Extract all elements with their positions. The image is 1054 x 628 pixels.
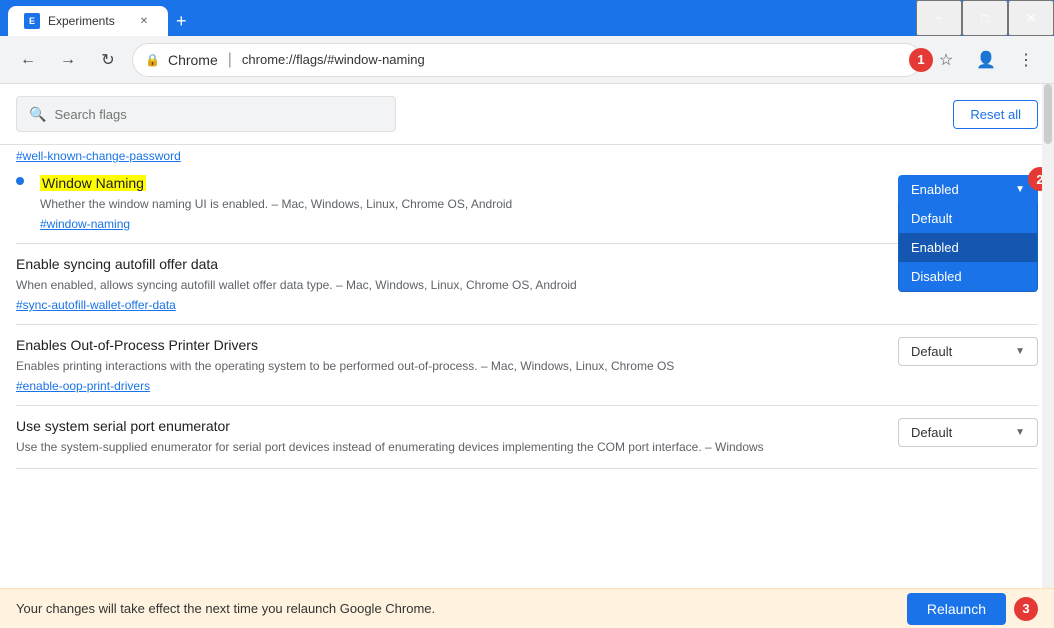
tab-close-button[interactable]: ✕ [136,13,152,29]
toolbar: ← → ↻ 🔒 Chrome | chrome://flags/#window-… [0,36,1054,84]
content-area: 🔍 Reset all #well-known-change-password … [0,84,1054,588]
flag-ctrl: Default ▼ [898,418,1038,447]
flag-anchor-link[interactable]: #sync-autofill-wallet-offer-data [16,298,882,312]
refresh-button[interactable]: ↻ [92,44,124,76]
address-bar[interactable]: 🔒 Chrome | chrome://flags/#window-naming… [132,43,922,77]
flag-title: Use system serial port enumerator [16,418,882,434]
menu-button[interactable]: ⋮ [1010,44,1042,76]
scrollbar-thumb[interactable] [1044,84,1052,144]
flag-title-text: Use system serial port enumerator [16,418,230,434]
dropdown-value: Enabled [911,182,959,197]
flag-desc: Enables printing interactions with the o… [16,357,882,375]
search-icon: 🔍 [29,106,46,123]
search-input-wrap[interactable]: 🔍 [16,96,396,132]
flag-desc: Use the system-supplied enumerator for s… [16,438,882,456]
flags-search-bar: 🔍 Reset all [0,84,1054,145]
active-tab[interactable]: E Experiments ✕ [8,6,168,36]
anchor-link-top[interactable]: #well-known-change-password [16,149,1038,163]
chevron-down-icon: ▼ [1015,346,1025,357]
toolbar-right: ☆ 👤 ⋮ [930,44,1042,76]
badge-3: 3 [1014,597,1038,621]
reset-all-button[interactable]: Reset all [953,100,1038,129]
window-controls: − □ ✕ [916,0,1054,36]
flag-text: Window Naming Whether the window naming … [40,175,882,231]
dropdown-option-disabled[interactable]: Disabled [899,262,1037,291]
flag-title-text: Enable syncing autofill offer data [16,256,218,272]
flag-desc: When enabled, allows syncing autofill wa… [16,276,882,294]
close-button[interactable]: ✕ [1008,0,1054,36]
new-tab-button[interactable]: + [168,6,195,36]
dropdown-open-wrap: Enabled ▼ Default Enabled Disabled 2 [898,175,1038,204]
flags-list: #well-known-change-password Window Namin… [0,145,1054,588]
flag-title: Enable syncing autofill offer data [16,256,882,272]
flag-desc: Whether the window naming UI is enabled.… [40,195,882,213]
flag-item: Window Naming Whether the window naming … [16,163,1038,244]
flag-dot-indicator [16,177,24,185]
search-input[interactable] [54,107,383,122]
back-button[interactable]: ← [12,44,44,76]
dropdown-option-default[interactable]: Default [899,204,1037,233]
profile-button[interactable]: 👤 [970,44,1002,76]
flag-item: Enables Out-of-Process Printer Drivers E… [16,325,1038,406]
flag-item: Use system serial port enumerator Use th… [16,406,1038,469]
flag-text: Enable syncing autofill offer data When … [16,256,882,312]
dropdown-value: Default [911,425,952,440]
chevron-down-icon: ▼ [1015,184,1025,195]
flag-ctrl: Enabled ▼ Default Enabled Disabled 2 [898,175,1038,204]
minimize-button[interactable]: − [916,0,962,36]
bookmark-button[interactable]: ☆ [930,44,962,76]
dropdown-button[interactable]: Enabled ▼ [898,175,1038,204]
dropdown-option-enabled[interactable]: Enabled [899,233,1037,262]
flag-anchor-link[interactable]: #enable-oop-print-drivers [16,379,882,393]
badge-1: 1 [909,48,933,72]
flag-title: Window Naming [40,175,882,191]
tab-title: Experiments [48,14,128,28]
relaunch-message: Your changes will take effect the next t… [16,601,435,616]
maximize-button[interactable]: □ [962,0,1008,36]
flag-anchor-link[interactable]: #window-naming [40,217,882,231]
forward-button[interactable]: → [52,44,84,76]
flag-title-text: Enables Out-of-Process Printer Drivers [16,337,258,353]
flag-ctrl: Default ▼ [898,337,1038,366]
address-text: chrome://flags/#window-naming [242,52,909,67]
relaunch-button[interactable]: Relaunch [907,593,1006,625]
relaunch-wrap: Relaunch 3 [907,593,1038,625]
chrome-label: Chrome [168,52,218,68]
address-separator: | [228,51,232,69]
flag-text: Use system serial port enumerator Use th… [16,418,882,456]
bottom-bar: Your changes will take effect the next t… [0,588,1054,628]
titlebar: E Experiments ✕ + − □ ✕ [0,0,1054,36]
dropdown-value: Default [911,344,952,359]
flag-title: Enables Out-of-Process Printer Drivers [16,337,882,353]
scrollbar[interactable] [1042,84,1054,588]
tab-favicon: E [24,13,40,29]
chevron-down-icon: ▼ [1015,427,1025,438]
dropdown-default[interactable]: Default ▼ [898,337,1038,366]
dropdown-default[interactable]: Default ▼ [898,418,1038,447]
flag-title-text: Window Naming [40,175,146,191]
lock-icon: 🔒 [145,53,160,67]
flag-text: Enables Out-of-Process Printer Drivers E… [16,337,882,393]
dropdown-menu: Default Enabled Disabled [898,204,1038,292]
flag-item: Enable syncing autofill offer data When … [16,244,1038,325]
